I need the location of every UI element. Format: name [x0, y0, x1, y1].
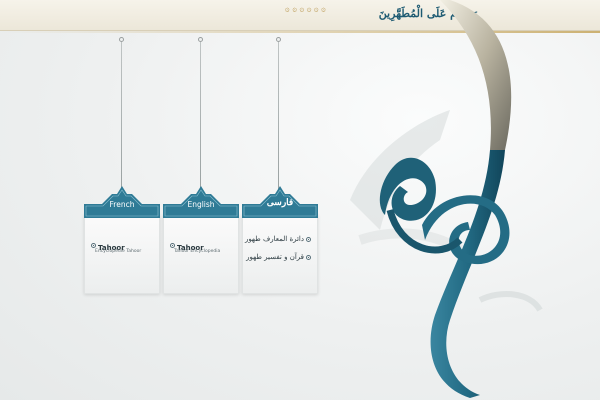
language-tag-label: French [109, 200, 135, 209]
tahoor-calligraphy-logo [350, 0, 543, 398]
circle-bullet-icon [306, 254, 311, 260]
language-tag-label: فارسی [266, 198, 294, 208]
hanging-ring-farsi [276, 37, 281, 42]
link-tahoor-quran-farsi[interactable]: قرآن و تفسیر طهور [246, 253, 311, 261]
hanging-string-english [200, 42, 201, 190]
hanging-ring-english [198, 37, 203, 42]
splash-page: ۞ ۞ ۞ ۞ ۞ ۞ وَسَلَامٌ عَلَى الْمُطَهَّرِ… [0, 0, 600, 400]
header-ornament: ۞ ۞ ۞ ۞ ۞ ۞ [285, 4, 326, 13]
language-card-english[interactable]: Tahoor Tahoor Encyclopedia [163, 214, 239, 294]
link-tahoor-encyclopedia-farsi[interactable]: دائرة المعارف طهور [245, 235, 311, 243]
language-card-farsi[interactable]: دائرة المعارف طهور قرآن و تفسیر طهور [242, 214, 318, 294]
circle-bullet-icon [306, 236, 311, 242]
link-subtitle: Tahoor Encyclopedia [174, 249, 221, 254]
hanging-string-farsi [278, 42, 279, 190]
language-card-french[interactable]: Tahoor Encyclopédie Tahoor [84, 214, 160, 294]
circle-bullet-icon [170, 243, 175, 248]
link-subtitle: Encyclopédie Tahoor [95, 249, 142, 254]
circle-bullet-icon [91, 243, 96, 248]
language-tag-french[interactable]: French [84, 184, 160, 218]
hanging-string-french [121, 42, 122, 190]
language-tag-english[interactable]: English [163, 184, 239, 218]
hanging-ring-french [119, 37, 124, 42]
language-tag-farsi[interactable]: فارسی [242, 184, 318, 218]
language-tag-label: English [187, 200, 215, 209]
